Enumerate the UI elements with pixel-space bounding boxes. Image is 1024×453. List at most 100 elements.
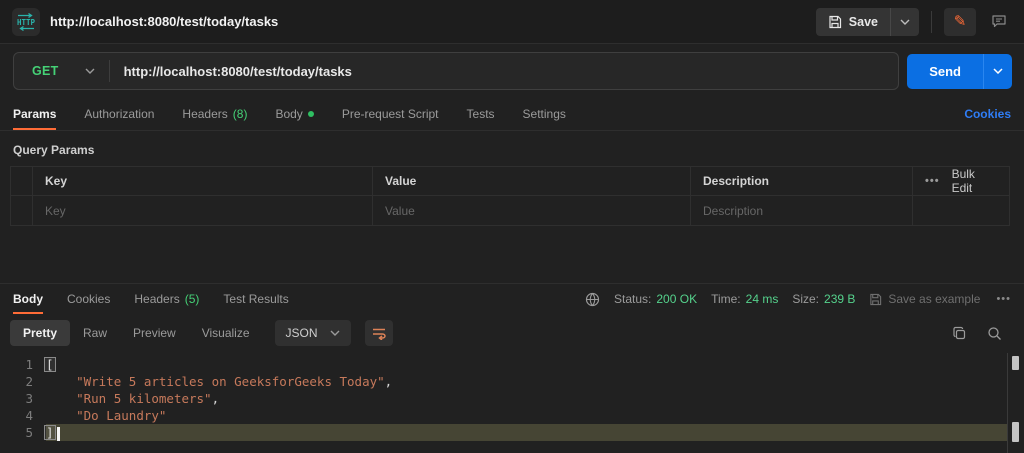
row-actions-cell	[913, 196, 1009, 225]
chevron-down-icon	[85, 68, 95, 74]
more-options-icon[interactable]: •••	[925, 175, 940, 187]
response-tab-headers[interactable]: Headers (5)	[134, 284, 199, 314]
value-input[interactable]	[385, 203, 678, 218]
pencil-icon: ✎	[953, 13, 967, 30]
edit-button[interactable]: ✎	[944, 7, 976, 36]
request-url-row: GET Send	[0, 44, 1024, 98]
save-as-example-button[interactable]: Save as example	[869, 292, 980, 306]
row-checkbox-cell[interactable]	[11, 196, 33, 225]
view-tab-pretty[interactable]: Pretty	[10, 320, 71, 346]
tab-authorization[interactable]: Authorization	[84, 98, 154, 130]
send-options-button[interactable]	[983, 53, 1012, 89]
status-badge: Status: 200 OK	[614, 292, 697, 306]
tab-body[interactable]: Body	[275, 98, 314, 130]
tab-settings-label: Settings	[522, 107, 566, 121]
cookies-link[interactable]: Cookies	[964, 107, 1011, 121]
response-headers-count-badge: (5)	[184, 291, 200, 306]
comma: ,	[384, 374, 393, 389]
status-label: Status:	[614, 292, 652, 306]
tab-authorization-label: Authorization	[84, 107, 155, 121]
response-tab-body-label: Body	[13, 291, 43, 306]
request-title: http://localhost:8080/test/today/tasks	[50, 14, 279, 29]
method-dropdown[interactable]: GET	[14, 64, 109, 78]
description-cell	[691, 196, 913, 225]
tab-pre-request-script[interactable]: Pre-request Script	[342, 98, 439, 130]
query-params-table: Key Value Description ••• Bulk Edit	[10, 166, 1010, 226]
matched-bracket: ]	[44, 425, 56, 440]
code-line: 4 "Do Laundry"	[0, 407, 1024, 424]
response-tab-cookies[interactable]: Cookies	[67, 284, 110, 314]
response-tab-test-results[interactable]: Test Results	[223, 284, 288, 314]
text-cursor	[56, 426, 60, 441]
request-tabs: Params Authorization Headers (8) Body Pr…	[0, 98, 1024, 131]
line-number: 4	[25, 408, 33, 423]
http-request-icon: HTTP	[12, 7, 40, 36]
floppy-icon	[828, 15, 842, 29]
scrollbar-track[interactable]	[1007, 353, 1008, 453]
globe-icon[interactable]	[585, 292, 600, 307]
scrollbar-marker[interactable]	[1012, 422, 1019, 442]
code-content: [	[44, 356, 1008, 373]
url-bar: GET	[13, 52, 900, 90]
key-cell	[33, 196, 373, 225]
bulk-edit-button[interactable]: Bulk Edit	[952, 167, 997, 195]
response-section: Body Cookies Headers (5) Test Results St…	[0, 283, 1024, 453]
search-button[interactable]	[987, 326, 1002, 341]
comma: ,	[211, 391, 220, 406]
format-dropdown[interactable]: JSON	[274, 320, 351, 346]
response-toolbar-right	[952, 326, 1010, 341]
code-line: 3 "Run 5 kilometers",	[0, 390, 1024, 407]
line-number: 5	[25, 425, 33, 440]
svg-text:HTTP: HTTP	[17, 18, 36, 27]
tab-headers-label: Headers	[182, 107, 228, 121]
url-input[interactable]	[109, 63, 899, 79]
scrollbar-marker[interactable]	[1012, 356, 1019, 370]
tab-params[interactable]: Params	[13, 98, 57, 130]
value-cell	[373, 196, 691, 225]
send-button[interactable]: Send	[907, 53, 983, 89]
tab-tests[interactable]: Tests	[467, 98, 495, 130]
code-line: 2 "Write 5 articles on GeeksforGeeks Tod…	[0, 373, 1024, 390]
response-body-editor[interactable]: 1 [ 2 "Write 5 articles on GeeksforGeeks…	[0, 353, 1024, 453]
json-string: "Write 5 articles on GeeksforGeeks Today…	[76, 374, 385, 389]
view-tab-preview[interactable]: Preview	[120, 320, 189, 346]
tab-body-label: Body	[275, 107, 303, 121]
line-number: 2	[25, 374, 33, 389]
query-params-empty-row	[11, 196, 1009, 225]
view-tab-visualize[interactable]: Visualize	[189, 320, 263, 346]
floppy-icon	[869, 293, 882, 306]
save-as-example-label: Save as example	[888, 292, 981, 306]
tab-settings[interactable]: Settings	[523, 98, 566, 130]
save-button-group: Save	[815, 7, 919, 36]
column-header-value: Value	[373, 167, 691, 195]
response-tab-body[interactable]: Body	[13, 284, 43, 314]
time-badge: Time: 24 ms	[711, 292, 778, 306]
response-tabs: Body Cookies Headers (5) Test Results St…	[0, 284, 1024, 314]
status-value: 200 OK	[656, 292, 698, 306]
save-options-button[interactable]	[890, 7, 919, 36]
copy-button[interactable]	[952, 326, 967, 341]
description-input[interactable]	[703, 203, 900, 218]
comment-button[interactable]	[986, 9, 1012, 35]
app-window: HTTP http://localhost:8080/test/today/ta…	[0, 0, 1024, 453]
body-content-dot-icon	[307, 111, 314, 117]
column-header-description: Description	[691, 167, 913, 195]
time-label: Time:	[711, 292, 741, 306]
matched-bracket: [	[44, 357, 56, 372]
table-actions-cell: ••• Bulk Edit	[913, 167, 1009, 195]
tab-headers[interactable]: Headers (8)	[182, 98, 247, 130]
line-number: 3	[25, 391, 33, 406]
save-button[interactable]: Save	[816, 8, 890, 36]
word-wrap-button[interactable]	[364, 320, 393, 346]
view-tab-raw[interactable]: Raw	[70, 320, 120, 346]
key-input[interactable]	[45, 203, 360, 218]
chevron-down-icon	[900, 19, 910, 25]
headers-count-badge: (8)	[232, 107, 248, 121]
comment-icon	[991, 14, 1007, 29]
tab-pre-request-script-label: Pre-request Script	[341, 107, 439, 121]
response-more-options-icon[interactable]: •••	[996, 293, 1011, 305]
toolbar-divider	[931, 10, 932, 33]
method-label: GET	[32, 64, 59, 78]
search-icon	[987, 326, 1002, 341]
chevron-down-icon	[330, 330, 340, 336]
